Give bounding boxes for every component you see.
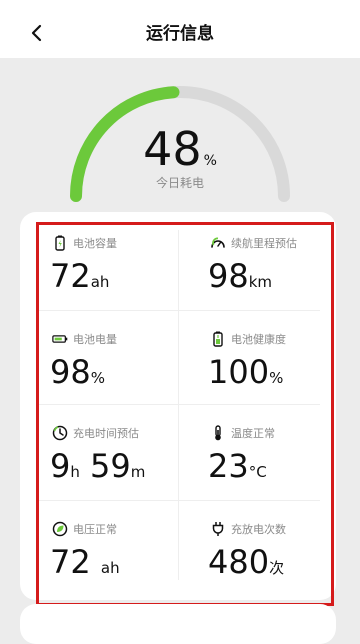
battery-horizontal-icon — [52, 331, 68, 347]
thermometer-icon — [210, 425, 226, 441]
metric-minutes-unit: m — [130, 463, 146, 481]
metric-unit: 次 — [269, 559, 285, 577]
speedometer-icon — [210, 235, 226, 251]
gauge-percent: 48 — [143, 122, 202, 176]
metric-label: 充电时间预估 — [73, 427, 139, 440]
gauge-label: 今日耗电 — [155, 176, 204, 190]
next-card — [20, 604, 336, 644]
metric-hours: 9 — [50, 447, 71, 485]
metric-range-estimate: 续航里程预估 98km — [208, 228, 358, 320]
metric-unit: ah — [90, 273, 110, 291]
metric-charge-cycles: 充放电次数 480次 — [208, 514, 358, 606]
metric-label: 电池电量 — [73, 333, 117, 346]
metric-hours-unit: h — [70, 463, 80, 481]
battery-vertical-icon — [52, 235, 68, 251]
metric-label: 充放电次数 — [231, 523, 286, 536]
header-bar: 运行信息 — [0, 0, 360, 58]
metric-voltage: 电压正常 72 ah — [50, 514, 200, 606]
plug-icon — [210, 521, 226, 537]
metric-label: 电池健康度 — [231, 333, 286, 346]
metric-unit: km — [248, 273, 273, 291]
metric-unit: % — [269, 369, 284, 387]
metric-unit: ah — [100, 559, 120, 577]
battery-health-icon — [210, 331, 226, 347]
metric-label: 续航里程预估 — [231, 237, 297, 250]
metric-label: 电压正常 — [73, 523, 117, 536]
metric-charge-time: 充电时间预估 9h 59m — [50, 418, 200, 510]
page-title: 运行信息 — [146, 24, 214, 44]
battery-info-card: 电池容量 72ah 续航里程预估 98km 电池电量 98% 电池健康度 100… — [20, 212, 336, 600]
metric-value: 98 — [50, 353, 91, 391]
metric-value: 72 — [50, 543, 91, 581]
metric-battery-capacity: 电池容量 72ah — [50, 228, 200, 320]
metric-label: 温度正常 — [231, 427, 275, 440]
metric-value: 100 — [208, 353, 270, 391]
power-usage-gauge: 48% 今日耗电 — [0, 58, 360, 208]
metric-minutes: 59 — [90, 447, 131, 485]
metric-battery-level: 电池电量 98% — [50, 324, 200, 416]
metric-value: 72 — [50, 257, 91, 295]
clock-icon — [52, 425, 68, 441]
leaf-icon — [52, 521, 68, 537]
metric-temperature: 温度正常 23°C — [208, 418, 358, 510]
gauge-unit: % — [203, 153, 217, 169]
metric-unit: °C — [248, 463, 267, 481]
metric-label: 电池容量 — [73, 237, 117, 250]
metric-value: 98 — [208, 257, 249, 295]
metric-battery-health: 电池健康度 100% — [208, 324, 358, 416]
metric-unit: % — [90, 369, 105, 387]
metric-value: 23 — [208, 447, 249, 485]
metric-value: 480 — [208, 543, 270, 581]
